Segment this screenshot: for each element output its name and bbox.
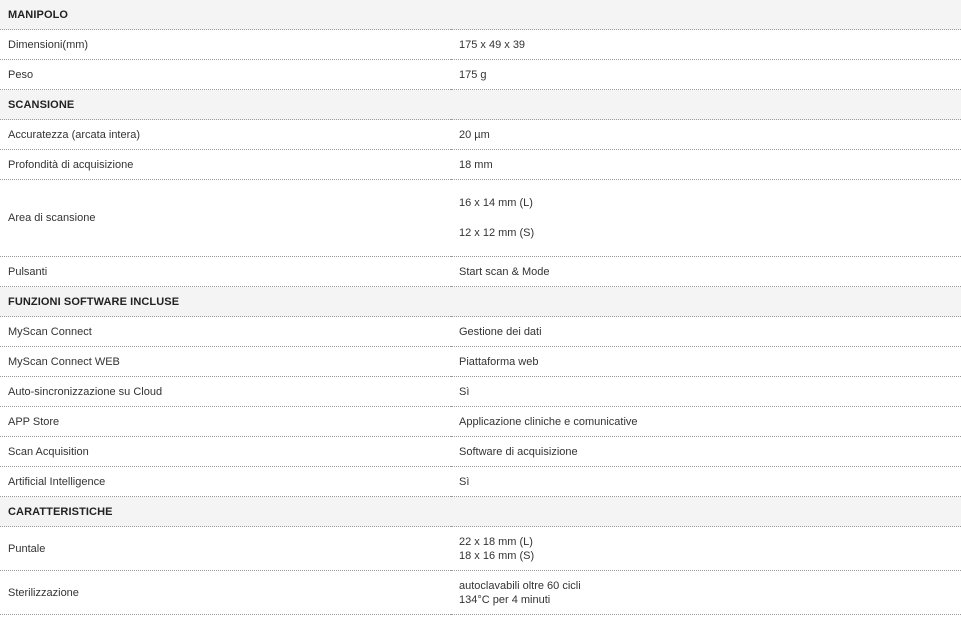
table-row: Area di scansione 16 x 14 mm (L) 12 x 12…: [0, 180, 961, 257]
row-value: Sì: [459, 475, 470, 488]
table-row: Accuratezza (arcata intera) 20 µm: [0, 120, 961, 150]
row-value: Applicazione cliniche e comunicative: [459, 415, 638, 428]
row-label: Artificial Intelligence: [8, 475, 106, 488]
row-value: 16 x 14 mm (L) 12 x 12 mm (S): [451, 180, 961, 257]
row-value: Gestione dei dati: [459, 325, 542, 338]
row-value: 18 mm: [459, 158, 493, 171]
table-row: Auto-sincronizzazione su Cloud Sì: [0, 377, 961, 407]
table-row: MyScan Connect Gestione dei dati: [0, 317, 961, 347]
row-value: Software di acquisizione: [459, 445, 578, 458]
row-value: 20 µm: [459, 128, 490, 141]
row-value: 175 g: [459, 68, 487, 81]
row-label: MyScan Connect WEB: [8, 355, 120, 368]
row-value: autoclavabili oltre 60 cicli 134°C per 4…: [451, 571, 961, 615]
row-value-line: 18 x 16 mm (S): [459, 549, 535, 562]
row-value: 175 x 49 x 39: [459, 38, 526, 51]
section-header-caratteristiche: CARATTERISTICHE: [0, 496, 961, 527]
table-row: Puntale 22 x 18 mm (L) 18 x 16 mm (S): [0, 527, 961, 571]
section-header-funzioni-software: FUNZIONI SOFTWARE INCLUSE: [0, 286, 961, 317]
row-label: Dimensioni(mm): [8, 38, 89, 51]
row-label: MyScan Connect: [8, 325, 92, 338]
table-row: Dimensioni(mm) 175 x 49 x 39: [0, 30, 961, 60]
section-header-manipolo: MANIPOLO: [0, 0, 961, 30]
row-value: Sì: [459, 385, 470, 398]
table-row: Sterilizzazione autoclavabili oltre 60 c…: [0, 571, 961, 615]
specs-table: MANIPOLO Dimensioni(mm) 175 x 49 x 39 Pe…: [0, 0, 961, 615]
row-value: Piattaforma web: [459, 355, 539, 368]
section-title: CARATTERISTICHE: [8, 505, 113, 518]
row-label: Sterilizzazione: [8, 586, 79, 599]
section-header-scansione: SCANSIONE: [0, 89, 961, 120]
row-label: Scan Acquisition: [8, 445, 89, 458]
row-label: Profondità di acquisizione: [8, 158, 134, 171]
section-title: SCANSIONE: [8, 98, 75, 111]
table-row: Artificial Intelligence Sì: [0, 467, 961, 497]
row-label: APP Store: [8, 415, 60, 428]
row-value-line: 16 x 14 mm (L): [459, 197, 533, 209]
row-label: Area di scansione: [8, 212, 96, 224]
row-value-line: 22 x 18 mm (L): [459, 535, 533, 548]
table-row: APP Store Applicazione cliniche e comuni…: [0, 407, 961, 437]
table-row: Scan Acquisition Software di acquisizion…: [0, 437, 961, 467]
table-row: Pulsanti Start scan & Mode: [0, 257, 961, 287]
section-title: MANIPOLO: [8, 8, 69, 21]
table-row: Peso 175 g: [0, 60, 961, 90]
row-label: Auto-sincronizzazione su Cloud: [8, 385, 163, 398]
section-title: FUNZIONI SOFTWARE INCLUSE: [8, 295, 180, 308]
row-label: Pulsanti: [8, 265, 48, 278]
row-value: 22 x 18 mm (L) 18 x 16 mm (S): [451, 527, 961, 571]
row-value-line: 12 x 12 mm (S): [459, 227, 535, 239]
row-value-line: autoclavabili oltre 60 cicli: [459, 579, 581, 592]
row-value-line: 134°C per 4 minuti: [459, 593, 551, 606]
table-row: Profondità di acquisizione 18 mm: [0, 150, 961, 180]
row-label: Accuratezza (arcata intera): [8, 128, 141, 141]
row-value: Start scan & Mode: [459, 265, 550, 278]
row-label: Peso: [8, 68, 34, 81]
row-label: Puntale: [8, 542, 46, 555]
table-row: MyScan Connect WEB Piattaforma web: [0, 347, 961, 377]
